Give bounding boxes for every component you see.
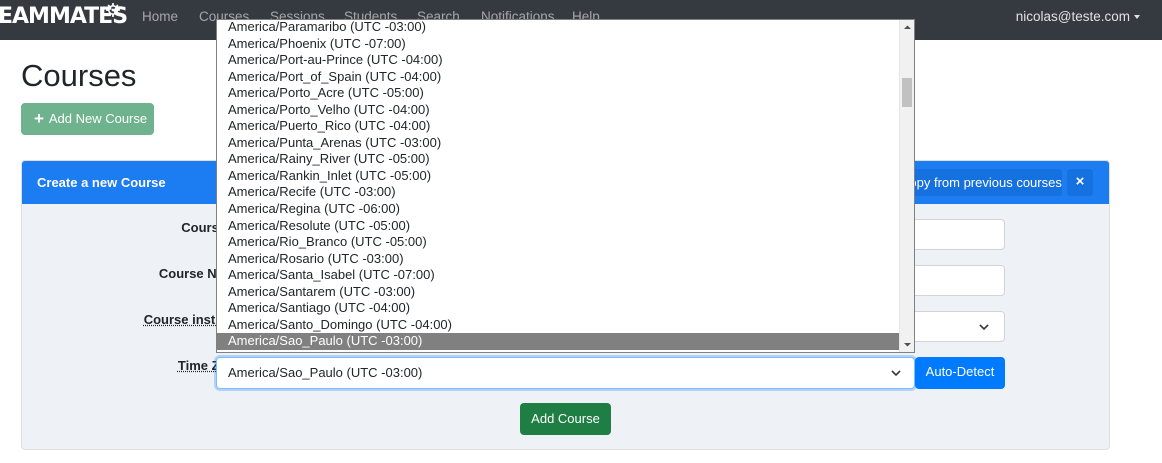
time-zone-option[interactable]: America/Santarem (UTC -03:00) [217,284,900,301]
time-zone-option[interactable]: America/Recife (UTC -03:00) [217,184,900,201]
scroll-up-arrow-icon[interactable] [900,20,915,35]
time-zone-option[interactable]: America/Punta_Arenas (UTC -03:00) [217,135,900,152]
brand-logo[interactable]: EAMMATES [0,3,128,33]
time-zone-option[interactable]: America/Regina (UTC -06:00) [217,201,900,218]
time-zone-value: America/Sao_Paulo (UTC -03:00) [228,365,423,380]
time-zone-option[interactable]: America/Santa_Isabel (UTC -07:00) [217,267,900,284]
plus-icon: + [34,109,44,128]
chevron-down-icon [891,370,901,377]
time-zone-option[interactable]: America/Rainy_River (UTC -05:00) [217,151,900,168]
add-new-course-button[interactable]: + Add New Course [21,103,154,135]
dropdown-scrollbar[interactable] [899,20,914,352]
time-zone-dropdown-list[interactable]: America/Paramaribo (UTC -03:00) America/P… [216,19,915,353]
time-zone-option[interactable]: America/Paramaribo (UTC -03:00) [217,20,900,36]
time-zone-option[interactable]: America/Santo_Domingo (UTC -04:00) [217,317,900,334]
time-zone-option[interactable]: America/Rio_Branco (UTC -05:00) [217,234,900,251]
gear-icon [106,3,120,17]
time-zone-option[interactable]: America/Port_of_Spain (UTC -04:00) [217,69,900,86]
card-title: Create a new Course [37,175,166,190]
scroll-thumb[interactable] [902,78,912,107]
time-zone-option[interactable]: America/Rosario (UTC -03:00) [217,251,900,268]
caret-down-icon [1134,15,1140,19]
time-zone-option[interactable]: America/Phoenix (UTC -07:00) [217,36,900,53]
time-zone-option[interactable]: America/Puerto_Rico (UTC -04:00) [217,118,900,135]
time-zone-option[interactable]: America/Sao_Paulo (UTC -03:00) [217,333,900,350]
time-zone-option[interactable]: America/Porto_Velho (UTC -04:00) [217,102,900,119]
add-course-button[interactable]: Add Course [520,403,611,435]
scroll-down-arrow-icon[interactable] [900,337,915,352]
chevron-down-icon [979,324,989,331]
page-title: Courses [21,58,137,93]
add-new-course-label: Add New Course [48,111,148,126]
time-zone-option[interactable]: America/Santiago (UTC -04:00) [217,300,900,317]
copy-from-previous-button[interactable]: Copy from previous courses [892,169,1062,196]
auto-detect-button[interactable]: Auto-Detect [915,357,1005,389]
time-zone-option[interactable]: America/Rankin_Inlet (UTC -05:00) [217,168,900,185]
close-icon[interactable]: × [1067,169,1093,196]
user-menu[interactable]: nicolas@teste.com [1016,9,1140,24]
time-zone-select[interactable]: America/Sao_Paulo (UTC -03:00) [216,357,915,389]
time-zone-option[interactable]: America/Port-au-Prince (UTC -04:00) [217,52,900,69]
time-zone-options: America/Paramaribo (UTC -03:00) America/P… [217,20,900,350]
nav-home[interactable]: Home [142,9,178,25]
time-zone-option[interactable]: America/Porto_Acre (UTC -05:00) [217,85,900,102]
time-zone-option[interactable]: America/Resolute (UTC -05:00) [217,218,900,235]
user-email: nicolas@teste.com [1015,9,1130,24]
